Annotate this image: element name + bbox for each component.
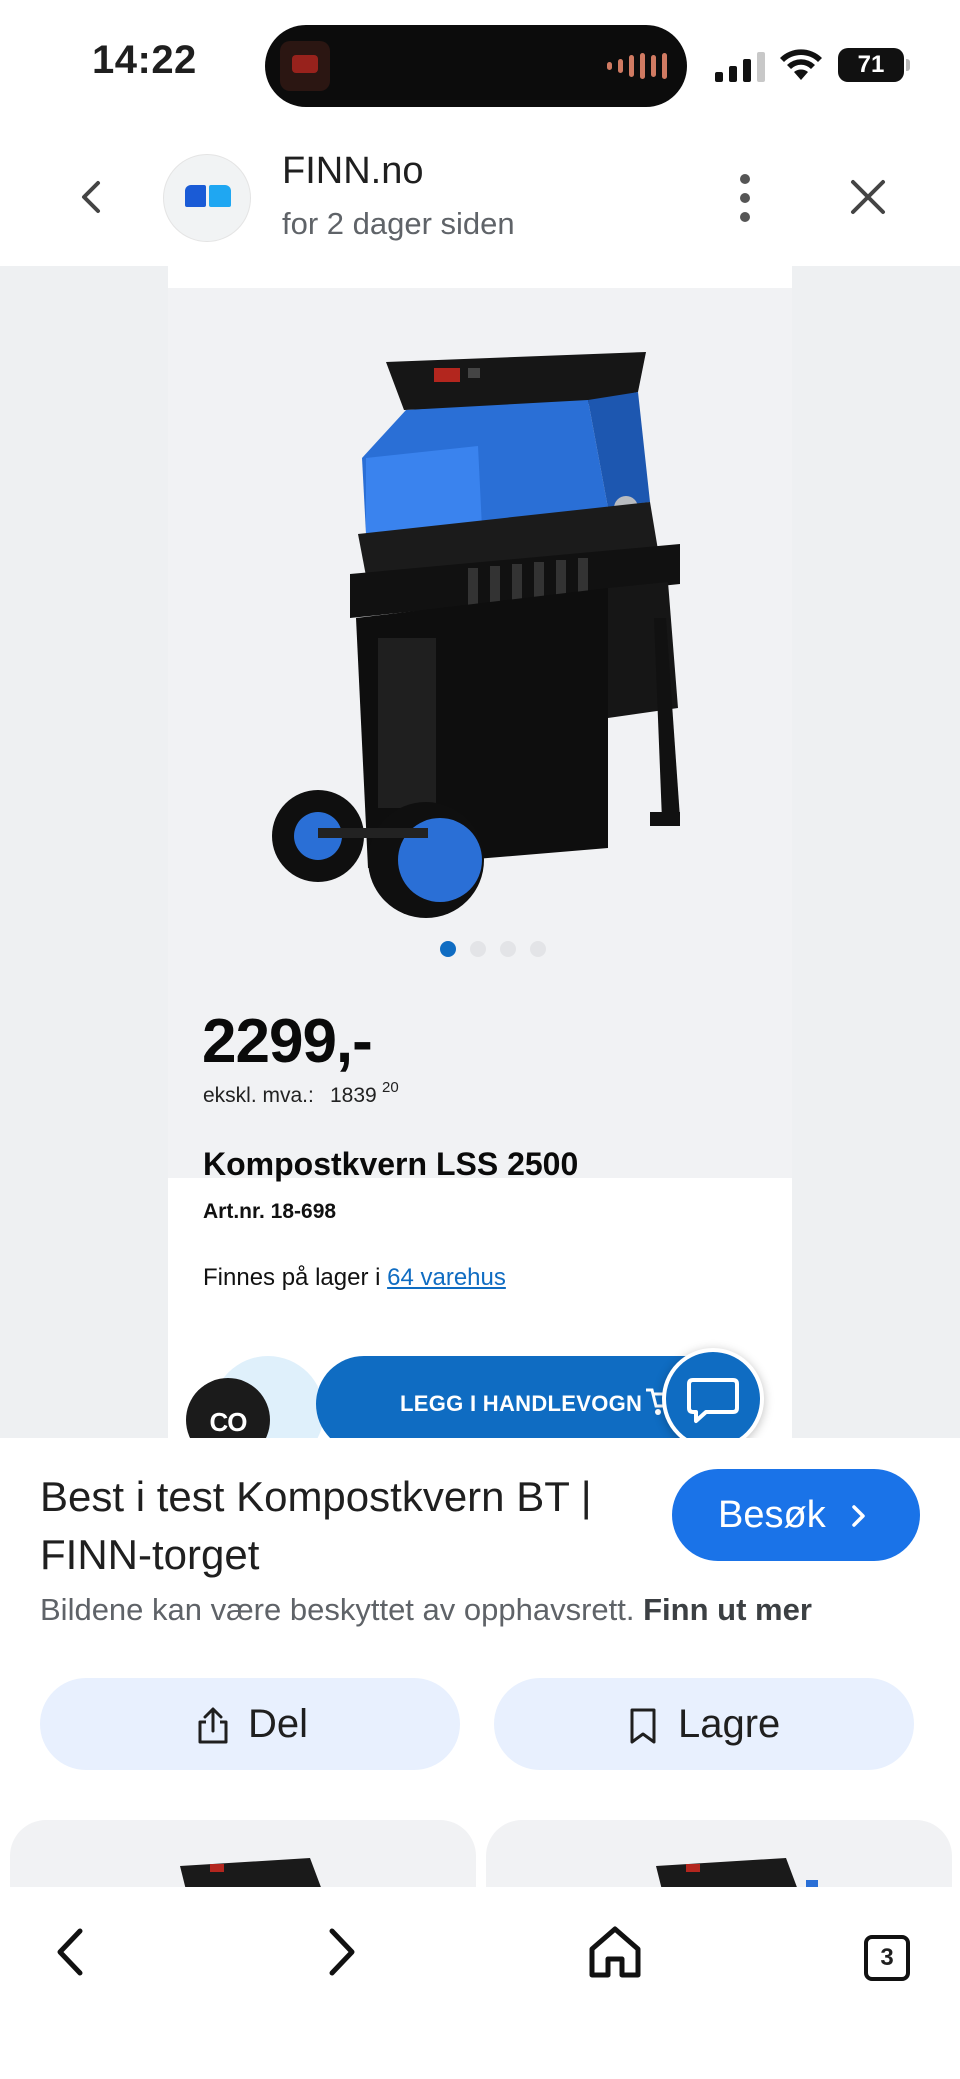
carousel-dot[interactable] (470, 941, 486, 957)
audio-waveform-icon (607, 53, 667, 79)
webpage-screenshot: 2299,- ekskl. mva.: 1839 20 Kompostkvern… (168, 266, 792, 1438)
cellular-signal-icon (715, 52, 765, 82)
excl-vat-value: 1839 (330, 1084, 377, 1107)
carousel-dot[interactable] (500, 941, 516, 957)
stock-prefix: Finnes på lager i (203, 1264, 381, 1291)
status-bar: 14:22 71 (0, 0, 960, 130)
product-price: 2299,- (202, 1007, 373, 1076)
carousel-dot[interactable] (530, 941, 546, 957)
article-number: Art.nr. 18-698 (203, 1200, 337, 1223)
chat-bubble-button[interactable] (662, 1348, 764, 1438)
related-image-card[interactable] (486, 1820, 952, 1890)
related-image-thumbnail (656, 1858, 818, 1890)
browser-bottom-nav: 3 (0, 1887, 960, 2079)
excl-vat-label: ekskl. mva.: (203, 1084, 314, 1107)
related-images (0, 1820, 960, 1890)
related-image-thumbnail (180, 1858, 322, 1890)
share-icon (198, 1707, 228, 1744)
more-options-icon[interactable] (730, 170, 760, 226)
chevron-right-icon (852, 1505, 865, 1527)
store-count-link[interactable]: 64 varehus (387, 1264, 506, 1291)
now-playing-artwork (280, 41, 330, 91)
save-label: Lagre (678, 1702, 781, 1746)
wifi-icon (780, 49, 822, 80)
nav-forward-icon[interactable] (306, 1917, 376, 1987)
result-title[interactable]: Best i test Kompostkvern BT | FINN-torge… (40, 1468, 640, 1584)
related-image-card[interactable] (10, 1820, 476, 1890)
bookmark-icon (630, 1708, 656, 1744)
back-arrow-icon[interactable] (70, 175, 114, 219)
home-icon[interactable] (580, 1917, 650, 1987)
image-preview[interactable]: 2299,- ekskl. mva.: 1839 20 Kompostkvern… (0, 266, 960, 1438)
image-viewer-header: FINN.no for 2 dager siden (0, 130, 960, 266)
tab-switcher-button[interactable]: 3 (864, 1935, 910, 1981)
learn-more-link[interactable]: Finn ut mer (643, 1592, 812, 1627)
copyright-notice: Bildene kan være beskyttet av opphavsret… (40, 1592, 812, 1628)
clock: 14:22 (92, 38, 197, 82)
copyright-text: Bildene kan være beskyttet av opphavsret… (40, 1592, 635, 1627)
save-button[interactable]: Lagre (494, 1678, 914, 1770)
battery-icon: 71 (838, 48, 910, 82)
share-button[interactable]: Del (40, 1678, 460, 1770)
dynamic-island[interactable] (265, 25, 687, 107)
visit-button[interactable]: Besøk (672, 1469, 920, 1561)
site-name[interactable]: FINN.no (282, 150, 423, 193)
site-logo (163, 154, 251, 242)
visit-label: Besøk (718, 1494, 826, 1536)
excl-vat-decimals: 20 (382, 1079, 399, 1096)
posted-age: for 2 dager siden (282, 206, 515, 241)
share-label: Del (248, 1702, 309, 1746)
chat-icon (687, 1378, 739, 1423)
stock-info: Finnes på lager i 64 varehus (203, 1264, 506, 1292)
close-icon[interactable] (843, 172, 893, 222)
carousel-dot[interactable] (440, 941, 456, 957)
product-name: Kompostkvern LSS 2500 (203, 1146, 579, 1182)
nav-back-icon[interactable] (36, 1917, 106, 1987)
